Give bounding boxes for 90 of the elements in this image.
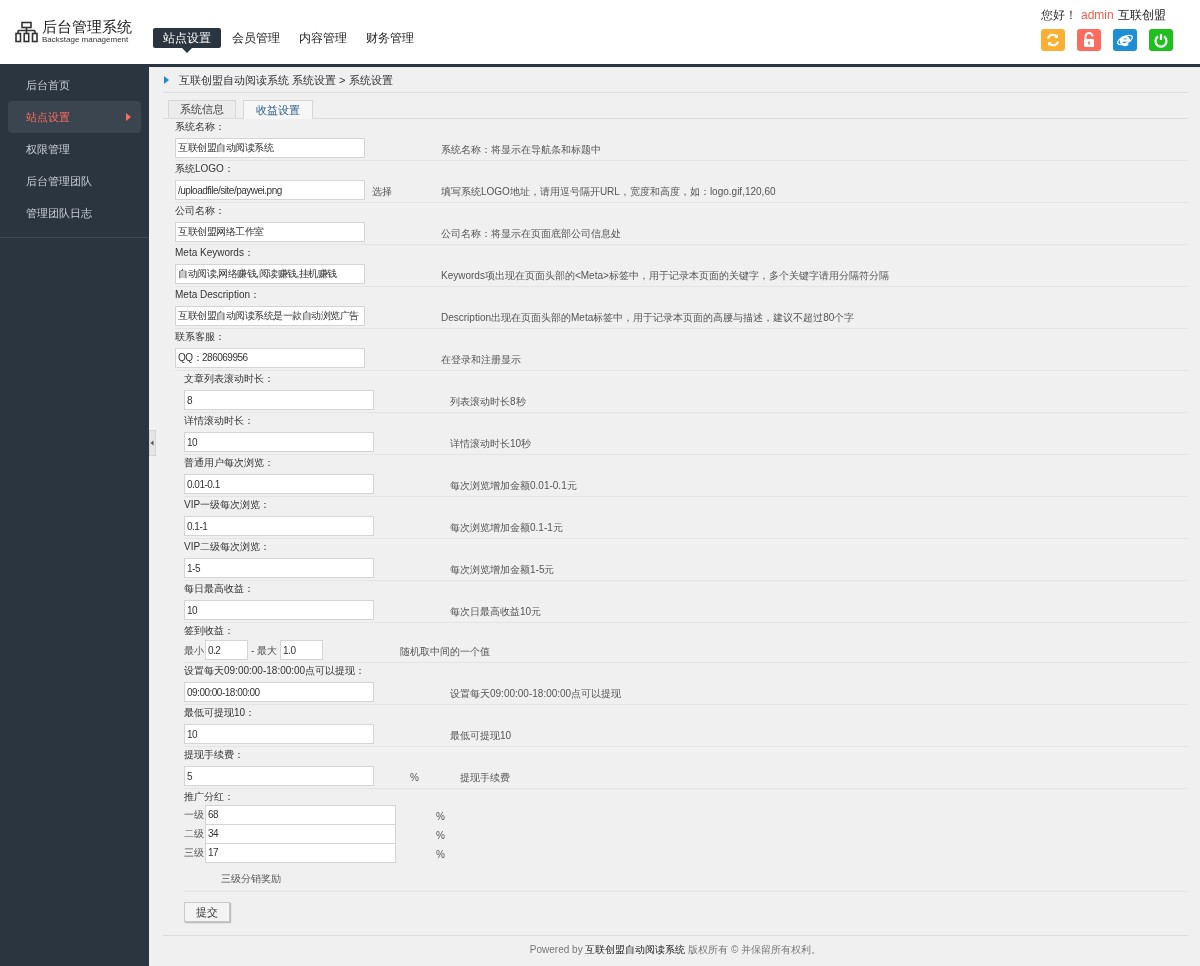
field-label: 普通用户每次浏览： — [184, 456, 275, 470]
sidebar-item[interactable]: 后台管理团队 — [8, 165, 141, 197]
hint-text: 公司名称：将显示在页面底部公司信息处 — [441, 227, 621, 241]
input-field[interactable]: 10 — [184, 432, 374, 452]
input-field[interactable]: 0.2 — [205, 640, 248, 660]
sidebar-item[interactable]: 站点设置 — [8, 101, 141, 133]
field-label: 系统名称： — [175, 120, 226, 134]
footer-text: Powered by 互联创盟自动阅读系统 版权所有 © 并保留所有权利。 — [529, 943, 822, 957]
unit-text: % — [436, 829, 445, 841]
logo-title: 后台管理系统 — [42, 19, 132, 34]
input-field[interactable]: 17 — [205, 842, 396, 863]
hint-text: 每次浏览增加金额0.1-1元 — [450, 521, 563, 535]
field-label: 签到收益： — [184, 624, 235, 638]
field-label: 每日最高收益： — [184, 582, 255, 596]
unit-text: % — [436, 810, 445, 822]
unit-text: % — [436, 848, 445, 860]
input-field[interactable]: 10 — [184, 724, 374, 744]
hint-text: 每次浏览增加金额0.01-0.1元 — [450, 479, 577, 493]
hint-text: 随机取中间的一个值 — [400, 645, 491, 659]
field-label: VIP二级每次浏览： — [184, 540, 272, 554]
input-field[interactable]: 互联创盟自动阅读系统 — [175, 138, 365, 158]
choose-link[interactable]: 选择 — [372, 186, 392, 197]
logo-icon — [15, 20, 38, 43]
nav-tab[interactable]: 会员管理 — [224, 28, 288, 48]
tab[interactable]: 收益设置 — [243, 100, 313, 119]
hint-text: Keywords项出现在页面头部的<Meta>标签中，用于记录本页面的关键字，多个关键字请用分隔符分隔 — [441, 269, 889, 283]
hint-text: 最低可提现10 — [450, 729, 512, 743]
input-field[interactable]: 0.01-0.1 — [184, 474, 374, 494]
field-label: 联系客服： — [175, 330, 226, 344]
tab[interactable]: 系统信息 — [168, 100, 236, 118]
nav-tab[interactable]: 内容管理 — [291, 28, 355, 48]
max-label: - 最大 — [251, 643, 278, 658]
input-field[interactable]: 互联创盟网络工作室 — [175, 222, 365, 242]
hint-text: 详情滚动时长10秒 — [450, 437, 532, 451]
input-field[interactable]: 5 — [184, 766, 374, 786]
tier-label: 一级 — [184, 808, 204, 821]
hint-text: 列表滚动时长8秒 — [450, 395, 526, 409]
refresh-icon[interactable] — [1041, 29, 1065, 51]
min-label: 最小 — [184, 643, 204, 658]
hint-text: 系统名称：将显示在导航条和标题中 — [441, 143, 601, 157]
sidebar-item[interactable]: 权限管理 — [8, 133, 141, 165]
input-field[interactable]: 09:00:00-18:00:00 — [184, 682, 374, 702]
field-label: VIP一级每次浏览： — [184, 498, 272, 512]
input-field[interactable]: 68 — [205, 804, 396, 825]
sidebar-item[interactable]: 后台首页 — [8, 69, 141, 101]
power-icon[interactable] — [1149, 29, 1173, 51]
field-label: 推广分红： — [184, 790, 235, 804]
field-label: 系统LOGO： — [175, 162, 235, 176]
organization-text: 互联创盟 — [1117, 8, 1166, 22]
unit-text: % — [410, 772, 419, 783]
hint-text: 提现手续费 — [460, 771, 510, 785]
input-field[interactable]: 自动阅读,网络赚钱,阅读赚钱,挂机赚钱 — [175, 264, 365, 284]
input-field[interactable]: 1-5 — [184, 558, 374, 578]
hint-text: Description出现在页面头部的Meta标签中，用于记录本页面的高腰与描述，建议不超过80个字 — [441, 311, 855, 325]
input-field[interactable]: QQ：286069956 — [175, 348, 365, 368]
field-label: 设置每天09:00:00-18:00:00点可以提现： — [184, 664, 367, 678]
logo-subtitle: Backstage management — [42, 36, 130, 44]
browser-icon[interactable] — [1113, 29, 1137, 51]
input-field[interactable]: 1.0 — [280, 640, 324, 660]
nav-tab[interactable]: 财务管理 — [358, 28, 422, 48]
hint-text: 每次浏览增加金额1-5元 — [450, 563, 555, 577]
input-field[interactable]: 0.1-1 — [184, 516, 374, 536]
sidebar-item[interactable]: 管理团队日志 — [8, 197, 141, 229]
input-field[interactable]: 互联创盟自动阅读系统是一款自动浏览广告 — [175, 306, 365, 326]
field-label: 最低可提现10： — [184, 706, 257, 720]
input-field[interactable]: 34 — [205, 823, 396, 844]
tier-label: 二级 — [184, 827, 204, 840]
field-label: 公司名称： — [175, 204, 226, 218]
field-label: 文章列表滚动时长： — [184, 372, 275, 386]
hint-text: 填写系统LOGO地址，请用逗号隔开URL，宽度和高度，如：logo.gif,120,60 — [441, 185, 776, 199]
field-label: 详情滚动时长： — [184, 414, 255, 428]
field-label: Meta Keywords： — [175, 246, 255, 260]
hint-text: 每次日最高收益10元 — [450, 605, 542, 619]
input-field[interactable]: 10 — [184, 600, 374, 620]
breadcrumb-arrow-icon — [164, 76, 169, 84]
submit-button[interactable]: 提交 — [184, 902, 230, 923]
tier-label: 三级 — [184, 846, 204, 859]
collapse-handle[interactable] — [149, 430, 156, 456]
field-label: Meta Description： — [175, 288, 262, 302]
greeting-text: 您好！ — [1041, 8, 1077, 22]
field-label: 提现手续费： — [184, 748, 245, 762]
input-field[interactable]: 8 — [184, 390, 374, 410]
note-text: 三级分销奖励 — [221, 873, 281, 884]
breadcrumb-text: 互联创盟自动阅读系统 系统设置 > 系统设置 — [179, 72, 393, 88]
tab-pointer-icon — [182, 48, 192, 53]
nav-tab[interactable]: 站点设置 — [153, 28, 221, 48]
input-field[interactable]: /uploadfile/site/paywei.png — [175, 180, 365, 200]
hint-text: 设置每天09:00:00-18:00:00点可以提现 — [450, 687, 622, 701]
hint-text: 在登录和注册显示 — [441, 353, 521, 367]
lock-icon[interactable] — [1077, 29, 1101, 51]
